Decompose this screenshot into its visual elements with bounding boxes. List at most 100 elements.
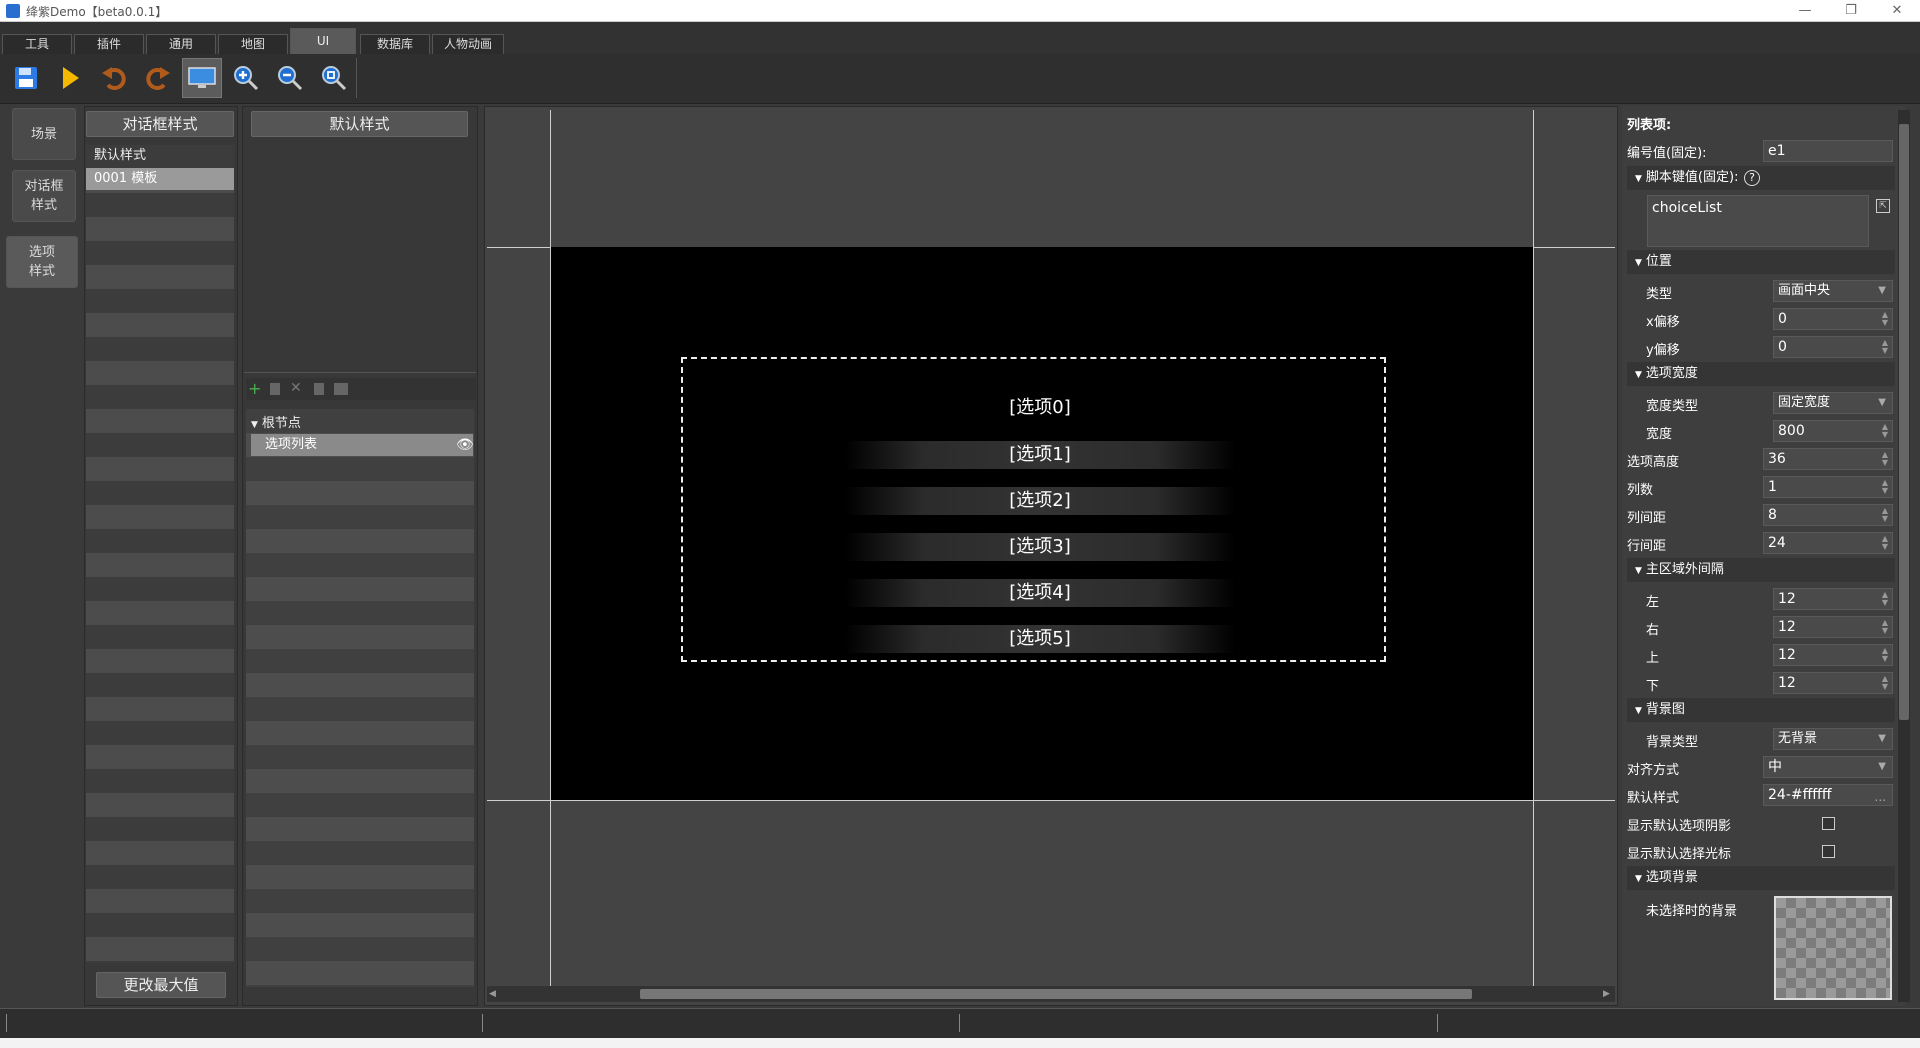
y-offset-field[interactable]: 0 ▲ ▼ — [1773, 336, 1893, 358]
tab-ui[interactable]: UI — [290, 28, 356, 54]
spinner-arrows-icon[interactable]: ▲ ▼ — [1882, 507, 1888, 523]
margin-bottom-value: 12 — [1778, 675, 1796, 691]
position-section[interactable]: ▼ 位置 — [1627, 250, 1895, 274]
side-tab-option-style[interactable]: 选项 样式 — [6, 236, 78, 288]
scroll-left-arrow-icon[interactable]: ◀ — [489, 989, 496, 999]
margin-top-field[interactable]: 12 ▲ ▼ — [1773, 644, 1893, 666]
run-button[interactable] — [50, 58, 90, 98]
zoom-in-icon — [234, 66, 259, 91]
more-options-button[interactable]: ... — [1875, 787, 1886, 807]
spinner-arrows-icon[interactable]: ▲ ▼ — [1882, 451, 1888, 467]
minimize-button[interactable]: — — [1782, 0, 1828, 22]
show-shadow-checkbox[interactable] — [1822, 817, 1835, 830]
zoom-out-button[interactable] — [270, 58, 310, 98]
tree-root-node[interactable]: ▼ 根节点 — [251, 412, 301, 431]
columns-value: 1 — [1768, 479, 1777, 495]
bg-type-dropdown[interactable]: 无背景 ▼ — [1773, 728, 1893, 750]
row-gap-field[interactable]: 24 ▲ ▼ — [1763, 532, 1893, 554]
add-node-icon[interactable]: + — [248, 381, 261, 397]
undo-button[interactable] — [94, 58, 134, 98]
visibility-eye-icon[interactable]: 👁 — [456, 437, 474, 453]
option-height-field[interactable]: 36 ▲ ▼ — [1763, 448, 1893, 470]
columns-label: 列数 — [1627, 483, 1654, 498]
show-shadow-label: 显示默认选项阴影 — [1627, 819, 1732, 834]
tab-tools[interactable]: 工具 — [2, 34, 72, 54]
paste-node-icon[interactable] — [334, 383, 348, 395]
expand-editor-icon[interactable]: ⇱ — [1876, 199, 1890, 213]
tree-child-node[interactable]: 选项列表 — [251, 434, 473, 456]
id-field[interactable]: e1 — [1763, 140, 1893, 162]
margin-left-field[interactable]: 12 ▲ ▼ — [1773, 588, 1893, 610]
change-max-button[interactable]: 更改最大值 — [96, 972, 226, 998]
props-scroll-thumb[interactable] — [1899, 124, 1909, 720]
tab-plugins[interactable]: 插件 — [74, 34, 144, 54]
save-button[interactable] — [6, 58, 46, 98]
margin-top-value: 12 — [1778, 647, 1796, 663]
background-section[interactable]: ▼ 背景图 — [1627, 698, 1895, 722]
tab-map[interactable]: 地图 — [218, 34, 288, 54]
pos-type-value: 画面中央 — [1778, 283, 1831, 298]
zoom-in-button[interactable] — [226, 58, 266, 98]
redo-button[interactable] — [138, 58, 178, 98]
script-key-section[interactable]: ▼ 脚本键值(固定): — [1627, 166, 1895, 190]
spinner-arrows-icon[interactable]: ▲ ▼ — [1882, 479, 1888, 495]
pos-type-dropdown[interactable]: 画面中央 ▼ — [1773, 280, 1893, 302]
side-tab-scene[interactable]: 场景 — [12, 108, 76, 160]
copy-node-icon[interactable] — [314, 383, 324, 395]
align-dropdown[interactable]: 中 ▼ — [1763, 756, 1893, 778]
column-gap-field[interactable]: 8 ▲ ▼ — [1763, 504, 1893, 526]
style-group-label: 默认样式 — [86, 145, 234, 167]
spinner-arrows-icon[interactable]: ▲ ▼ — [1882, 311, 1888, 327]
default-style-field[interactable]: 24-#ffffff... — [1763, 784, 1893, 806]
option-width-section[interactable]: ▼ 选项宽度 — [1627, 362, 1895, 386]
margin-right-field[interactable]: 12 ▲ ▼ — [1773, 616, 1893, 638]
option-height-label: 选项高度 — [1627, 455, 1680, 470]
spinner-arrows-icon[interactable]: ▲ ▼ — [1882, 647, 1888, 663]
spinner-arrows-icon[interactable]: ▲ ▼ — [1882, 423, 1888, 439]
maximize-button[interactable]: ❐ — [1828, 0, 1874, 22]
taskbar-strip — [0, 1038, 1920, 1048]
option-item-0[interactable]: [选项0] — [845, 394, 1235, 422]
margin-bottom-field[interactable]: 12 ▲ ▼ — [1773, 672, 1893, 694]
screen-view-button[interactable] — [182, 58, 222, 98]
spinner-arrows-icon[interactable]: ▲ ▼ — [1882, 591, 1888, 607]
option-item-4[interactable]: [选项4] — [845, 579, 1235, 607]
margin-top-label: 上 — [1646, 651, 1660, 666]
style-list — [86, 145, 234, 963]
option-item-3[interactable]: [选项3] — [845, 533, 1235, 561]
style-list-item[interactable]: 0001 模板 — [86, 168, 234, 190]
collapse-triangle-icon: ▼ — [1635, 370, 1642, 380]
option-item-2[interactable]: [选项2] — [845, 487, 1235, 515]
width-field[interactable]: 800 ▲ ▼ — [1773, 420, 1893, 442]
option-item-5[interactable]: [选项5] — [845, 625, 1235, 653]
delete-node-icon[interactable] — [270, 383, 280, 395]
show-cursor-checkbox[interactable] — [1822, 845, 1835, 858]
script-key-field[interactable]: choiceList — [1647, 195, 1869, 247]
width-type-dropdown[interactable]: 固定宽度 ▼ — [1773, 392, 1893, 414]
tab-database[interactable]: 数据库 — [360, 34, 430, 54]
tab-general[interactable]: 通用 — [146, 34, 216, 54]
close-button[interactable]: ✕ — [1874, 0, 1920, 22]
x-offset-value: 0 — [1778, 311, 1787, 327]
spinner-arrows-icon[interactable]: ▲ ▼ — [1882, 619, 1888, 635]
side-tab-dialog-style[interactable]: 对话框 样式 — [12, 170, 76, 222]
margin-section[interactable]: ▼ 主区域外间隔 — [1627, 558, 1895, 582]
tab-character-animation[interactable]: 人物动画 — [432, 34, 504, 54]
spinner-arrows-icon[interactable]: ▲ ▼ — [1882, 339, 1888, 355]
help-icon[interactable]: ? — [1744, 170, 1760, 186]
cut-node-icon[interactable]: ✕ — [290, 380, 302, 396]
horizontal-scroll-thumb[interactable] — [640, 989, 1472, 999]
option-background-section[interactable]: ▼ 选项背景 — [1627, 866, 1895, 890]
play-icon — [63, 67, 79, 89]
option-item-1[interactable]: [选项1] — [845, 441, 1235, 469]
node-toolbar — [246, 378, 476, 400]
zoom-reset-button[interactable] — [314, 58, 354, 98]
columns-field[interactable]: 1 ▲ ▼ — [1763, 476, 1893, 498]
node-panel-header: 默认样式 — [251, 111, 468, 137]
x-offset-field[interactable]: 0 ▲ ▼ — [1773, 308, 1893, 330]
unselected-bg-image-picker[interactable] — [1774, 896, 1892, 1000]
spinner-arrows-icon[interactable]: ▲ ▼ — [1882, 675, 1888, 691]
spinner-arrows-icon[interactable]: ▲ ▼ — [1882, 535, 1888, 551]
width-type-value: 固定宽度 — [1778, 395, 1831, 410]
scroll-right-arrow-icon[interactable]: ▶ — [1603, 989, 1610, 999]
